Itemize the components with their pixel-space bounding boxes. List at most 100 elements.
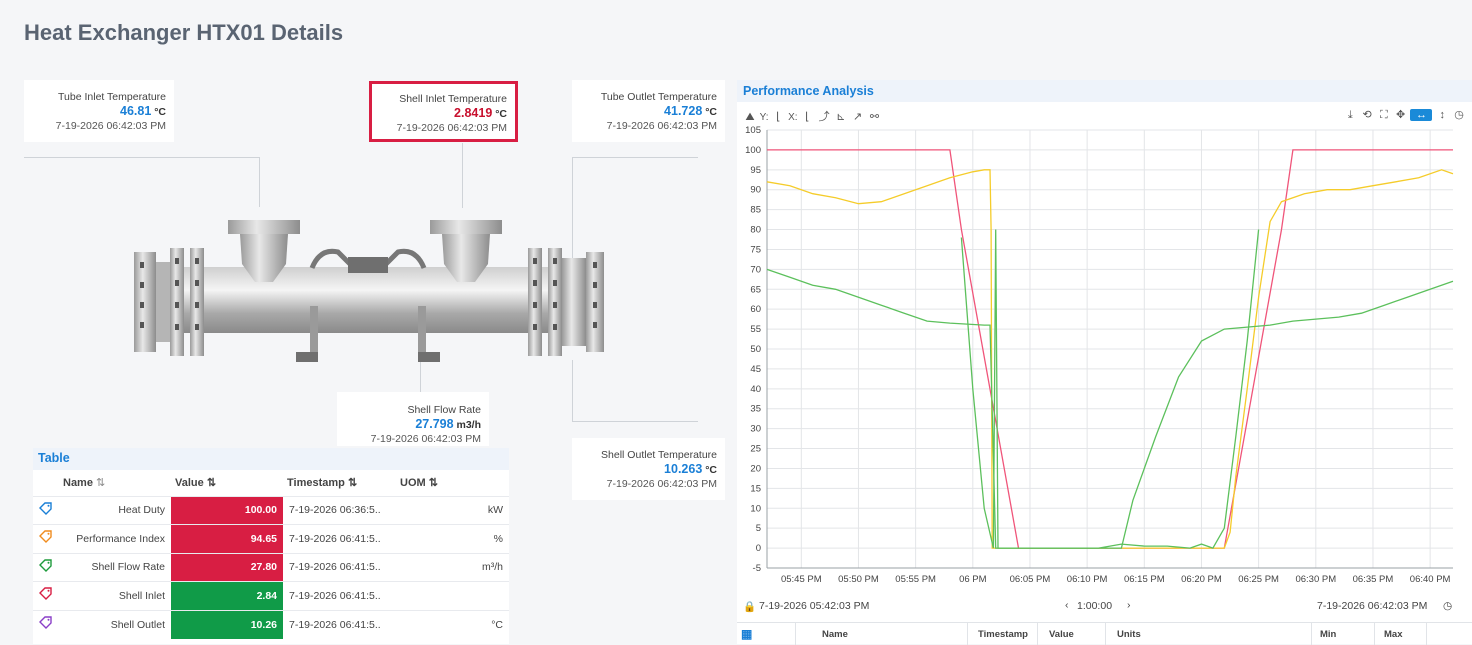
col-header-uom[interactable]: UOM ⇅ xyxy=(396,470,509,496)
table-row[interactable]: Shell Outlet 10.26 7-19-2026 06:41:5.. °C xyxy=(33,609,509,639)
zoom-vertical-icon[interactable]: ↕ xyxy=(1435,109,1449,121)
next-range-icon[interactable]: › xyxy=(1127,599,1131,611)
time-range-end[interactable]: 7-19-2026 06:42:03 PM xyxy=(1317,600,1427,612)
y-tick-label: 60 xyxy=(750,304,761,315)
fullscreen-icon[interactable]: ⛶ xyxy=(1377,109,1391,122)
stacked-axis-icon[interactable]: ⊾ xyxy=(834,110,848,123)
x-tick-label: 06:35 PM xyxy=(1353,574,1394,585)
shell-outlet-value: 10.263 xyxy=(664,462,703,476)
row-timestamp: 7-19-2026 06:41:5.. xyxy=(283,581,396,610)
sort-icon: ⇅ xyxy=(347,477,358,490)
trend-data-grid-header: ▦ Name Timestamp Value Units Min Max xyxy=(737,622,1472,645)
row-uom: °C xyxy=(396,609,509,639)
time-range-start[interactable]: 7-19-2026 05:42:03 PM xyxy=(759,600,869,612)
grid-header-min[interactable]: Min xyxy=(1320,629,1336,640)
table-row[interactable]: Shell Flow Rate 27.80 7-19-2026 06:41:5.. m… xyxy=(33,552,509,582)
shell-inlet-timestamp: 7-19-2026 06:42:03 PM xyxy=(396,122,507,134)
history-icon[interactable]: ◷ xyxy=(1452,108,1466,121)
grid-divider xyxy=(967,623,968,645)
row-timestamp: 7-19-2026 06:41:5.. xyxy=(283,524,396,553)
series-line xyxy=(766,169,1454,549)
row-name: Heat Duty xyxy=(59,495,171,525)
shell-flow-unit: m3/h xyxy=(456,419,481,431)
tag-icon xyxy=(33,581,59,610)
table-row[interactable]: Heat Duty 100.00 7-19-2026 06:36:5.. kW xyxy=(33,495,509,525)
connector-line xyxy=(572,157,698,158)
sort-icon: ⇅ xyxy=(96,477,106,490)
connector-line xyxy=(259,157,260,207)
grid-divider xyxy=(1105,623,1106,645)
reset-zoom-icon[interactable]: ⟲ xyxy=(1360,108,1374,121)
shell-inlet-callout[interactable]: Shell Inlet Temperature 2.8419 °C 7-19-2… xyxy=(369,81,518,142)
download-icon[interactable]: ⤓ xyxy=(1343,109,1357,122)
connector-line xyxy=(462,143,463,208)
performance-chart[interactable]: -5 0 5 10 15 20 25 30 35 40 45 50 55 60 65 70 75 80 85 90 95… xyxy=(737,126,1472,594)
y-tick-label: 75 xyxy=(750,244,761,255)
tube-inlet-callout[interactable]: Tube Inlet Temperature 46.81 °C 7-19-202… xyxy=(24,80,174,142)
chart-toolbar-left: ⛰ Y: ⌊ X: ⌊ ⤴ ⊾ ↗ ⚯ xyxy=(743,108,881,124)
y-tick-label: 70 xyxy=(750,264,761,275)
heat-exchanger-graphic[interactable] xyxy=(128,212,608,368)
tube-outlet-timestamp: 7-19-2026 06:42:03 PM xyxy=(606,120,717,132)
grid-header-max[interactable]: Max xyxy=(1384,629,1402,640)
x-tick-label: 05:55 PM xyxy=(895,574,936,585)
x-tick-label: 06:20 PM xyxy=(1181,574,1222,585)
row-value: 2.84 xyxy=(171,581,283,610)
shell-flow-callout[interactable]: Shell Flow Rate 27.798 m3/h 7-19-2026 06… xyxy=(337,392,489,446)
clock-icon[interactable]: ◷ xyxy=(1443,600,1452,612)
tube-outlet-callout[interactable]: Tube Outlet Temperature 41.728 °C 7-19-2… xyxy=(572,80,725,142)
grid-chart-icon[interactable]: ▦ xyxy=(741,627,752,641)
chart-type-icon[interactable]: ⛰ xyxy=(743,111,757,124)
xy-plot-icon[interactable]: ↗ xyxy=(851,110,865,123)
data-table: Name ⇅ Value ⇅ Timestamp ⇅ UOM ⇅ Heat Du… xyxy=(33,470,509,639)
tube-inlet-unit: °C xyxy=(154,106,166,118)
prev-range-icon[interactable]: ‹ xyxy=(1065,599,1069,611)
y-axis-scale-icon[interactable]: ⌊ xyxy=(771,110,785,123)
shell-flow-timestamp: 7-19-2026 06:42:03 PM xyxy=(370,433,481,445)
shell-flow-label: Shell Flow Rate xyxy=(407,404,481,416)
chart-toolbar-right: ⤓ ⟲ ⛶ ✥ ↔ ↕ ◷ xyxy=(1343,108,1466,122)
tag-icon xyxy=(33,609,59,639)
col-header-value[interactable]: Value ⇅ xyxy=(171,470,283,496)
grid-header-name[interactable]: Name xyxy=(822,629,848,640)
y-tick-label: 5 xyxy=(756,523,761,534)
shell-inlet-unit: °C xyxy=(495,108,507,120)
y-tick-label: 15 xyxy=(750,483,761,494)
table-row[interactable]: Shell Inlet 2.84 7-19-2026 06:41:5.. xyxy=(33,581,509,610)
x-tick-label: 06:40 PM xyxy=(1410,574,1451,585)
col-timestamp-label: Timestamp xyxy=(287,477,345,490)
shell-outlet-timestamp: 7-19-2026 06:42:03 PM xyxy=(606,478,717,490)
pan-icon[interactable]: ✥ xyxy=(1394,108,1408,121)
grid-header-units[interactable]: Units xyxy=(1117,629,1141,640)
shell-flow-value: 27.798 xyxy=(415,417,454,431)
table-panel: Table Name ⇅ Value ⇅ Timestamp ⇅ UOM ⇅ H… xyxy=(33,448,509,644)
tube-outlet-value: 41.728 xyxy=(664,104,703,118)
grid-header-value[interactable]: Value xyxy=(1049,629,1074,640)
tag-col-header xyxy=(33,470,59,496)
shell-outlet-callout[interactable]: Shell Outlet Temperature 10.263 °C 7-19-… xyxy=(572,438,725,500)
y-tick-label: 25 xyxy=(750,444,761,455)
x-axis-scale-icon[interactable]: ⌊ xyxy=(800,110,814,123)
col-value-label: Value xyxy=(175,477,204,490)
col-header-timestamp[interactable]: Timestamp ⇅ xyxy=(283,470,396,496)
lock-icon[interactable]: 🔒 xyxy=(743,600,756,613)
x-axis-label: X: xyxy=(788,112,798,123)
time-range-duration[interactable]: 1:00:00 xyxy=(1077,600,1112,612)
y-tick-label: 45 xyxy=(750,364,761,375)
table-row[interactable]: Performance Index 94.65 7-19-2026 06:41:5.… xyxy=(33,524,509,553)
zoom-horizontal-icon[interactable]: ↔ xyxy=(1410,109,1433,121)
link-icon[interactable]: ⚯ xyxy=(867,110,881,123)
shell-outlet-unit: °C xyxy=(705,464,717,476)
col-header-name[interactable]: Name ⇅ xyxy=(59,470,171,496)
grid-header-timestamp[interactable]: Timestamp xyxy=(978,629,1028,640)
x-tick-label: 05:45 PM xyxy=(781,574,822,585)
shell-outlet-label: Shell Outlet Temperature xyxy=(601,449,717,461)
col-name-label: Name xyxy=(63,477,93,490)
x-tick-label: 06 PM xyxy=(959,574,987,585)
tag-icon xyxy=(33,524,59,553)
time-range-bar: 🔒 7-19-2026 05:42:03 PM ‹ 1:00:00 › 7-19… xyxy=(743,599,1465,618)
trend-icon[interactable]: ⤴ xyxy=(817,108,831,124)
grid-divider xyxy=(795,623,796,645)
x-tick-label: 06:30 PM xyxy=(1295,574,1336,585)
row-name: Shell Inlet xyxy=(59,581,171,610)
